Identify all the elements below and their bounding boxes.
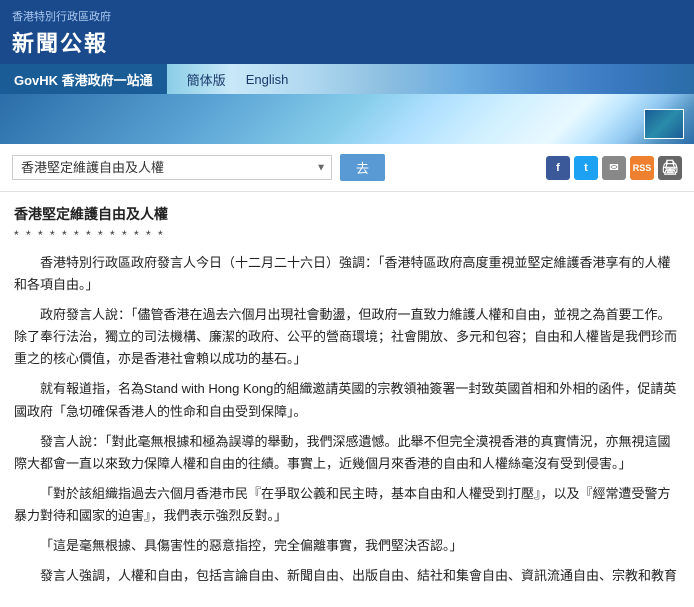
article-content: 香港堅定維護自由及人權 * * * * * * * * * * * * * 香港… [0,192,694,607]
banner-decoration [644,109,684,139]
article-title: 香港堅定維護自由及人權 [14,204,680,224]
nav-english[interactable]: English [236,72,299,87]
twitter-icon[interactable]: t [574,156,598,180]
article-para-4: 「對於該組織指過去六個月香港市民『在爭取公義和民主時，基本自由和人權受到打壓』，… [14,483,680,527]
article-para-5: 「這是毫無根據、具傷害性的惡意指控，完全偏離事實，我們堅決否認。」 [14,535,680,557]
header-title: 新聞公報 [12,26,682,58]
article-stars: * * * * * * * * * * * * * [14,228,680,242]
go-button[interactable]: 去 [340,154,385,181]
facebook-icon[interactable]: f [546,156,570,180]
article-para-3: 發言人說：「對此毫無根據和極為誤導的舉動，我們深感遺憾。此舉不但完全漠視香港的真… [14,431,680,475]
nav-simplified[interactable]: 簡体版 [177,70,236,89]
nav-bar: GovHK 香港政府一站通 簡体版 English [0,64,694,94]
header: 香港特別行政區政府 新聞公報 [0,0,694,64]
article-para-0: 香港特別行政區政府發言人今日（十二月二十六日）強調：「香港特區政府高度重視並堅定… [14,252,680,296]
nav-links: 簡体版 English [167,64,299,94]
article-para-1: 政府發言人說：「儘管香港在過去六個月出現社會動盪，但政府一直致力維護人權和自由，… [14,304,680,370]
header-subtitle: 香港特別行政區政府 [12,8,682,24]
rss-icon[interactable]: RSS [630,156,654,180]
article-para-2: 就有報道指，名為Stand with Hong Kong的組織邀請英國的宗教領袖… [14,378,680,422]
article-select[interactable]: 香港堅定維護自由及人權 [12,155,332,180]
nav-govhk[interactable]: GovHK 香港政府一站通 [0,64,167,94]
email-icon[interactable]: ✉ [602,156,626,180]
article-para-6: 發言人強調，人權和自由，包括言論自由、新聞自由、出版自由、結社和集會自由、資訊流… [14,565,680,587]
print-icon[interactable]: 🖨 [658,156,682,180]
article-body: 香港特別行政區政府發言人今日（十二月二十六日）強調：「香港特區政府高度重視並堅定… [14,252,680,587]
toolbar: 香港堅定維護自由及人權 ▼ 去 f t ✉ RSS 🖨 [0,144,694,192]
social-icons: f t ✉ RSS 🖨 [546,156,682,180]
article-select-wrapper: 香港堅定維護自由及人權 ▼ [12,155,332,180]
banner [0,94,694,144]
